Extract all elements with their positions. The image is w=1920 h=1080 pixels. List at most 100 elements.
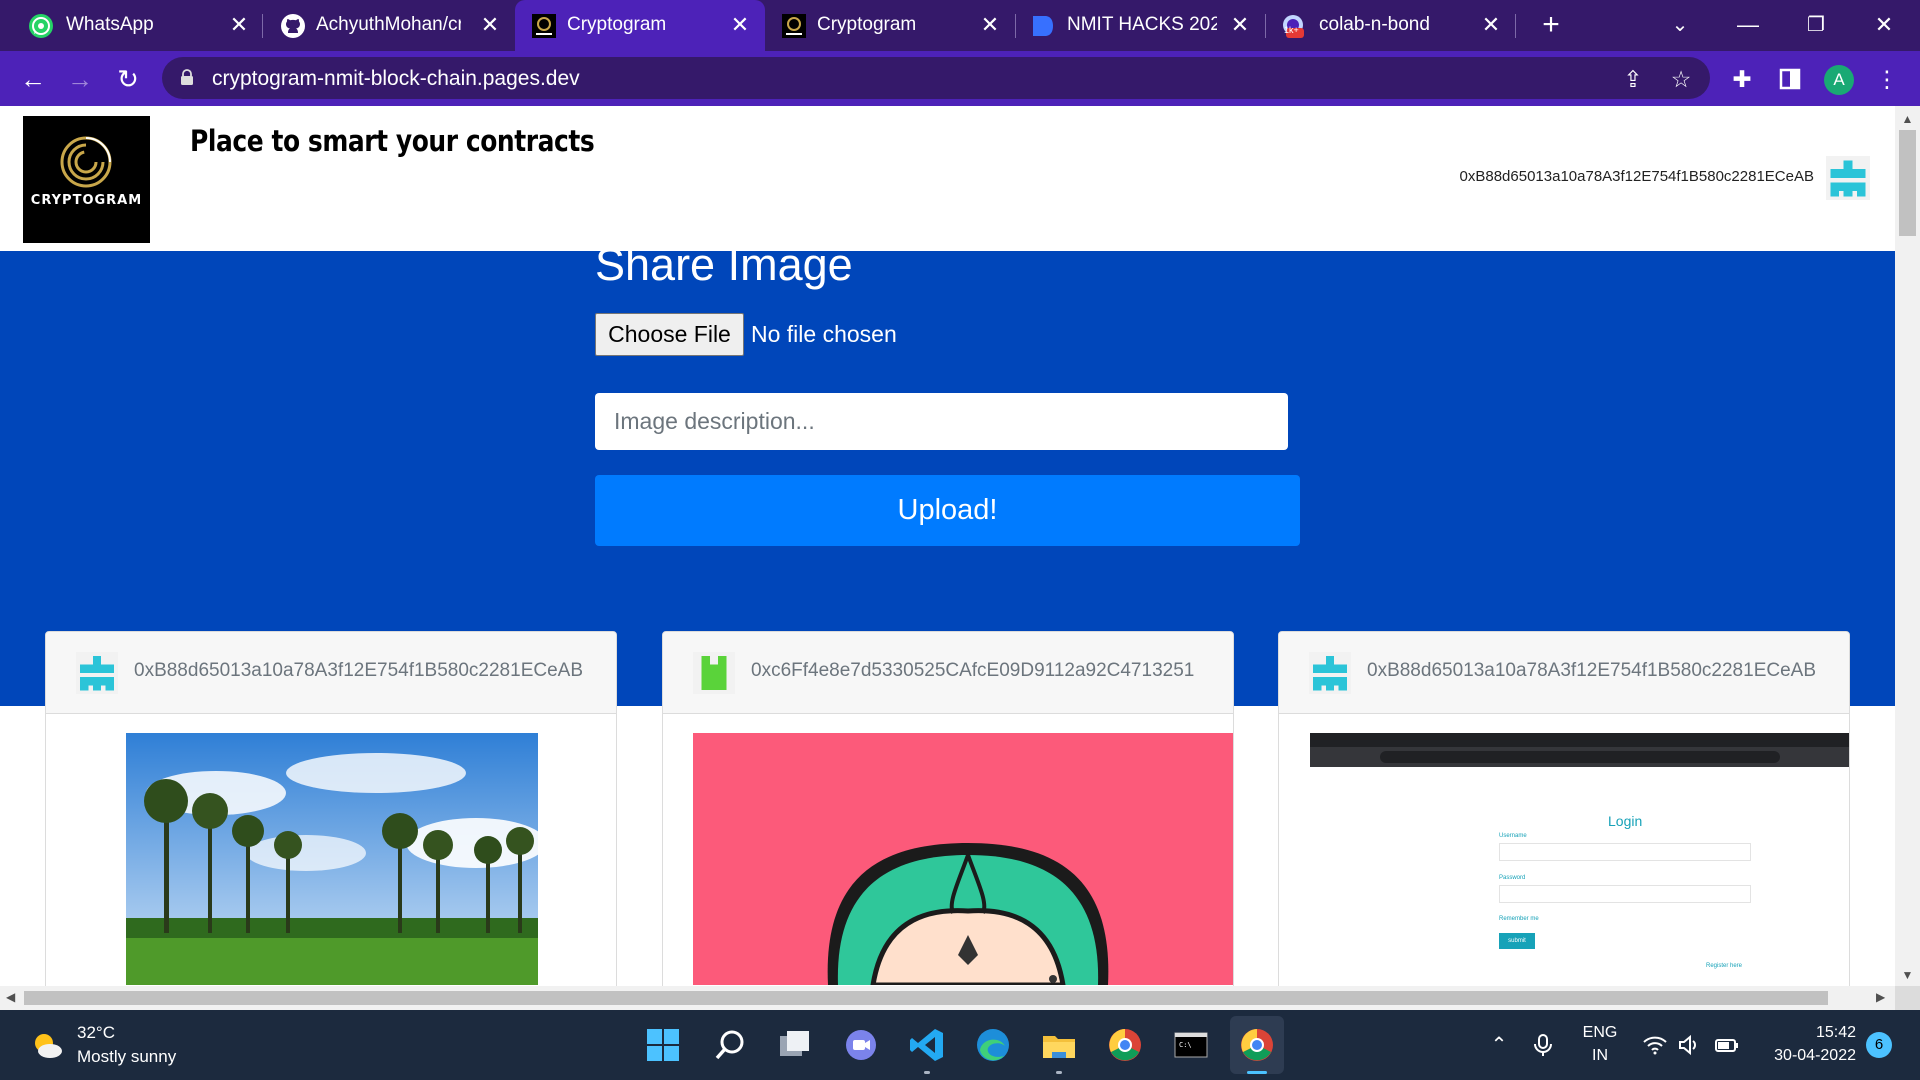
screenshot-password-field (1499, 885, 1751, 903)
show-hidden-icons-chevron-icon[interactable]: ⌃ (1486, 1032, 1512, 1058)
file-explorer-icon[interactable] (1040, 1026, 1078, 1064)
screenshot-titlebar (1310, 733, 1849, 747)
menu-kebab-icon[interactable]: ⋮ (1871, 63, 1903, 95)
post-author-address: 0xB88d65013a10a78A3f12E754f1B580c2281ECe… (1367, 660, 1816, 681)
reload-icon[interactable]: ↻ (112, 63, 144, 95)
new-tab-button[interactable]: + (1536, 10, 1566, 40)
windows-start-icon[interactable] (644, 1026, 682, 1064)
post-card: 0xB88d65013a10a78A3f12E754f1B580c2281ECe… (1278, 631, 1850, 986)
image-description-input[interactable] (595, 393, 1288, 450)
scroll-left-arrow-icon[interactable]: ◀ (6, 990, 15, 1004)
close-tab-icon[interactable]: ✕ (226, 12, 252, 38)
minimize-button[interactable]: — (1728, 8, 1768, 42)
tab-separator (1515, 14, 1516, 38)
tab-search-chevron-icon[interactable]: ⌄ (1660, 8, 1700, 42)
vertical-scrollbar[interactable]: ▲ ▼ (1895, 106, 1920, 986)
tab-github[interactable]: AchyuthMohan/cry ✕ (262, 0, 512, 51)
scroll-right-arrow-icon[interactable]: ▶ (1876, 990, 1885, 1004)
horizontal-scroll-thumb[interactable] (24, 991, 1828, 1005)
profile-avatar[interactable]: A (1824, 65, 1854, 95)
clock-time[interactable]: 15:42 (1760, 1024, 1856, 1042)
tab-whatsapp[interactable]: WhatsApp ✕ (0, 0, 262, 51)
svg-text:C:\: C:\ (1179, 1041, 1192, 1049)
choose-file-button[interactable]: Choose File (595, 313, 744, 356)
battery-icon[interactable] (1714, 1032, 1740, 1058)
screenshot-remember-label: Remember me (1499, 916, 1539, 922)
devfolio-icon (1033, 16, 1053, 36)
terminal-icon[interactable]: C:\ (1172, 1026, 1210, 1064)
tab-nmit-hacks[interactable]: NMIT HACKS 2022: ✕ (1015, 0, 1265, 51)
edge-browser-icon[interactable] (974, 1026, 1012, 1064)
address-bar[interactable]: cryptogram-nmit-block-chain.pages.dev ⇪ … (162, 57, 1710, 99)
chrome-icon[interactable] (1106, 1026, 1144, 1064)
site-header: CRYPTOGRAM Place to smart your contracts… (0, 106, 1895, 251)
screenshot-submit-button: submit (1499, 933, 1535, 949)
tab-cryptogram-active[interactable]: Cryptogram ✕ (515, 0, 765, 51)
wifi-icon[interactable] (1642, 1032, 1668, 1058)
close-tab-icon[interactable]: ✕ (727, 12, 753, 38)
tab-colab-n-bond[interactable]: 1k+ colab-n-bond ✕ (1265, 0, 1515, 51)
notification-badge[interactable]: 6 (1866, 1032, 1892, 1058)
vertical-scroll-thumb[interactable] (1899, 130, 1916, 236)
screenshot-username-field (1499, 843, 1751, 861)
page-viewport: CRYPTOGRAM Place to smart your contracts… (0, 106, 1895, 986)
post-image-nft-avatar (693, 733, 1233, 985)
share-icon[interactable]: ⇪ (1619, 65, 1647, 93)
account-address: 0xB88d65013a10a78A3f12E754f1B580c2281ECe… (1459, 168, 1814, 185)
post-card-header: 0xB88d65013a10a78A3f12E754f1B580c2281ECe… (1279, 632, 1849, 714)
close-window-button[interactable]: ✕ (1864, 8, 1904, 42)
search-icon[interactable] (711, 1026, 749, 1064)
cryptogram-emblem-icon (60, 136, 112, 188)
task-view-icon[interactable] (776, 1026, 814, 1064)
vscode-icon[interactable] (908, 1026, 946, 1064)
cryptogram-logo[interactable]: CRYPTOGRAM (23, 116, 150, 243)
scroll-down-arrow-icon[interactable]: ▼ (1900, 968, 1915, 982)
windows-taskbar: 32°C Mostly sunny C:\ ⌃ ENG IN 15:42 30-… (0, 1010, 1920, 1080)
extensions-puzzle-icon[interactable]: ✚ (1726, 63, 1758, 95)
teams-chat-icon[interactable] (842, 1026, 880, 1064)
forward-icon[interactable]: → (64, 63, 96, 95)
post-image-login-screenshot: Login Username Password Remember me subm… (1310, 733, 1849, 985)
tab-title: Cryptogram (567, 14, 667, 35)
post-card: 0xc6Ff4e8e7d5330525CAfcE09D9112a92C47132… (662, 631, 1234, 986)
restore-button[interactable]: ❐ (1796, 8, 1836, 42)
no-file-chosen-text: No file chosen (751, 321, 897, 347)
close-tab-icon[interactable]: ✕ (977, 12, 1003, 38)
upload-button[interactable]: Upload! (595, 475, 1300, 546)
lock-icon (181, 69, 193, 85)
github-icon (281, 14, 305, 38)
weather-condition[interactable]: Mostly sunny (77, 1047, 176, 1067)
tab-cryptogram[interactable]: Cryptogram ✕ (765, 0, 1015, 51)
clock-date[interactable]: 30-04-2022 (1760, 1047, 1856, 1065)
identicon-avatar (1309, 652, 1351, 694)
screenshot-password-label: Password (1499, 875, 1526, 881)
close-tab-icon[interactable]: ✕ (477, 12, 503, 38)
share-image-heading: Share Image (595, 239, 853, 290)
volume-icon[interactable] (1676, 1032, 1702, 1058)
back-icon[interactable]: ← (17, 63, 49, 95)
running-indicator-active (1247, 1071, 1267, 1074)
screenshot-register-link: Register here (1706, 963, 1743, 969)
tab-title: Cryptogram (817, 14, 917, 35)
tab-strip: WhatsApp ✕ AchyuthMohan/cry ✕ Cryptogram… (0, 0, 1920, 51)
weather-sunny-icon[interactable] (30, 1030, 64, 1060)
close-tab-icon[interactable]: ✕ (1227, 12, 1253, 38)
microphone-icon[interactable] (1530, 1032, 1556, 1058)
browser-toolbar: ← → ↻ cryptogram-nmit-block-chain.pages.… (0, 51, 1920, 106)
running-indicator (924, 1071, 930, 1074)
scroll-up-arrow-icon[interactable]: ▲ (1900, 112, 1915, 126)
side-panel-icon[interactable] (1774, 63, 1806, 95)
chrome-icon-active[interactable] (1238, 1026, 1276, 1064)
region-indicator[interactable]: IN (1578, 1047, 1622, 1065)
language-indicator[interactable]: ENG (1578, 1024, 1622, 1042)
scrollbar-corner (1895, 986, 1920, 1010)
running-indicator (1056, 1071, 1062, 1074)
horizontal-scrollbar[interactable]: ◀ ▶ (0, 986, 1895, 1010)
page-tagline: Place to smart your contracts (190, 124, 595, 158)
post-card-header: 0xB88d65013a10a78A3f12E754f1B580c2281ECe… (46, 632, 616, 714)
bookmark-star-icon[interactable]: ☆ (1667, 65, 1695, 93)
tab-badge: 1k+ (1284, 25, 1299, 35)
close-tab-icon[interactable]: ✕ (1478, 12, 1504, 38)
tab-title: colab-n-bond (1319, 14, 1430, 35)
weather-temperature[interactable]: 32°C (77, 1023, 115, 1043)
